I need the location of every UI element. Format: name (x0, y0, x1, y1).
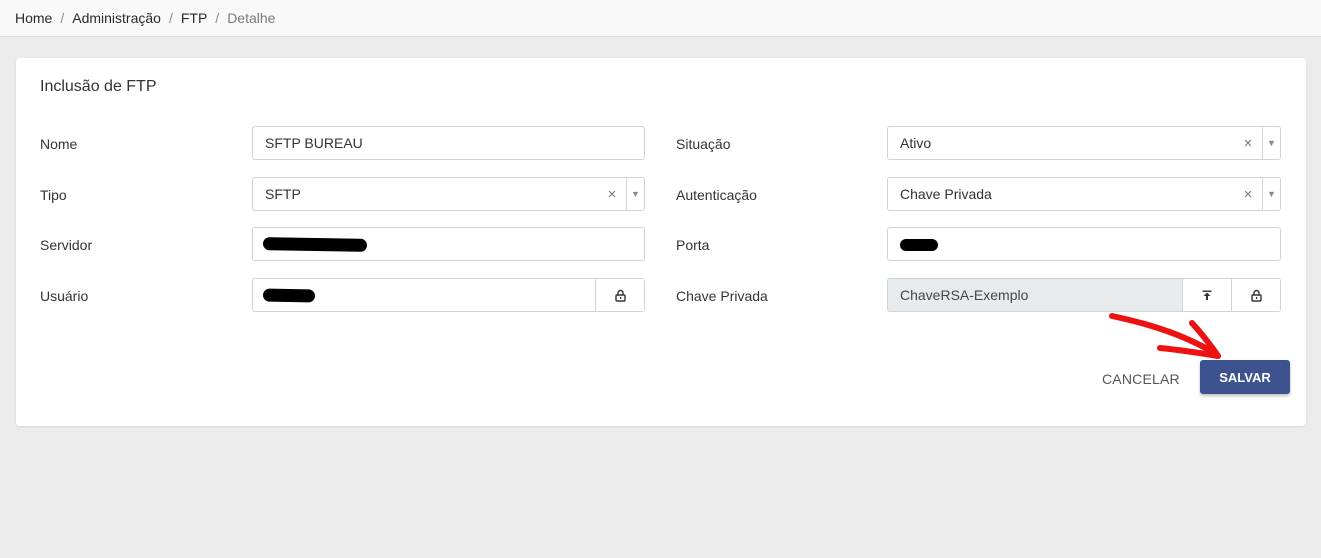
breadcrumb-separator: / (215, 10, 220, 26)
clear-icon[interactable]: × (602, 178, 622, 210)
redaction-mark (262, 237, 368, 252)
breadcrumb-ftp[interactable]: FTP (181, 10, 207, 26)
ftp-form-card: Inclusão de FTP Nome SFTP BUREAU Tipo SF… (16, 58, 1306, 426)
usuario-label: Usuário (40, 288, 89, 304)
servidor-input[interactable] (252, 227, 645, 261)
nome-label: Nome (40, 136, 78, 152)
breadcrumb-current: Detalhe (227, 10, 276, 26)
autenticacao-select[interactable]: Chave Privada × ▼ (887, 177, 1281, 211)
save-button[interactable]: SALVAR (1200, 360, 1290, 394)
chave-upload-button[interactable] (1182, 279, 1231, 311)
lock-icon (614, 289, 626, 302)
breadcrumb-separator: / (60, 10, 65, 26)
redaction-mark (262, 288, 316, 303)
breadcrumb-home[interactable]: Home (15, 10, 52, 26)
breadcrumb: Home / Administração / FTP / Detalhe (0, 0, 1321, 37)
autenticacao-value: Chave Privada (900, 186, 992, 202)
tipo-label: Tipo (40, 187, 67, 203)
breadcrumb-separator: / (168, 10, 173, 26)
situacao-value: Ativo (900, 135, 932, 151)
lock-icon (1250, 289, 1262, 302)
tipo-select[interactable]: SFTP × ▼ (252, 177, 645, 211)
chevron-down-icon[interactable]: ▼ (1262, 178, 1280, 210)
situacao-label: Situação (676, 136, 731, 152)
breadcrumb-administracao[interactable]: Administração (72, 10, 161, 26)
clear-icon[interactable]: × (1238, 127, 1258, 159)
nome-value: SFTP BUREAU (265, 135, 363, 151)
chave-lock-button[interactable] (1231, 279, 1280, 311)
chave-privada-input[interactable]: ChaveRSA-Exemplo (887, 278, 1281, 312)
situacao-select[interactable]: Ativo × ▼ (887, 126, 1281, 160)
tipo-value: SFTP (265, 186, 301, 202)
redaction-mark (900, 239, 938, 251)
chave-privada-value: ChaveRSA-Exemplo (900, 287, 1029, 303)
chave-privada-label: Chave Privada (676, 288, 768, 304)
porta-label: Porta (676, 237, 710, 253)
usuario-input[interactable] (252, 278, 645, 312)
clear-icon[interactable]: × (1238, 178, 1258, 210)
upload-icon (1202, 290, 1212, 300)
porta-input[interactable] (887, 227, 1281, 261)
cancel-button[interactable]: CANCELAR (1102, 368, 1180, 389)
nome-input[interactable]: SFTP BUREAU (252, 126, 645, 160)
chevron-down-icon[interactable]: ▼ (626, 178, 644, 210)
page-title: Inclusão de FTP (40, 78, 157, 95)
usuario-lock-button[interactable] (595, 279, 644, 311)
autenticacao-label: Autenticação (676, 187, 757, 203)
servidor-label: Servidor (40, 237, 93, 253)
chevron-down-icon[interactable]: ▼ (1262, 127, 1280, 159)
